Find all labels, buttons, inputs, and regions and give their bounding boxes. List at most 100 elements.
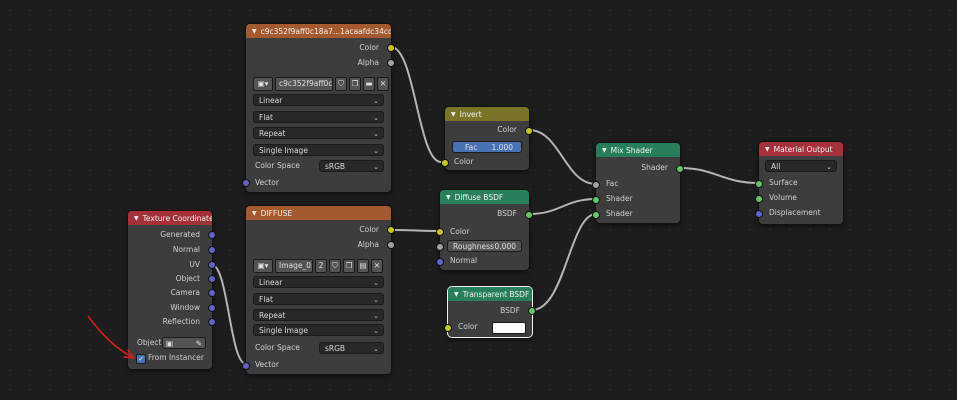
extension-dropdown[interactable]: Repeat ⌄ [253, 127, 384, 139]
output-uv-socket[interactable] [208, 261, 216, 269]
image-texture-node-2[interactable]: ▼DIFFUSE Color Alpha ▣▾ Image_0... 2 ⛉ ❐… [242, 206, 395, 374]
color-space-dropdown[interactable]: sRGB ⌄ [319, 342, 384, 354]
extension-dropdown[interactable]: Repeat ⌄ [253, 309, 384, 321]
image-icon: ▣ [257, 79, 265, 88]
source-dropdown[interactable]: Single Image ⌄ [253, 144, 384, 156]
node-header[interactable]: ▼ Diffuse BSDF [440, 190, 529, 204]
input-color-label: Color [458, 322, 478, 331]
output-bsdf-socket[interactable] [528, 307, 536, 315]
input-shader-1-socket[interactable] [592, 196, 600, 204]
chevron-down-icon: ⌄ [373, 114, 379, 122]
node-header[interactable]: ▼ Invert [445, 107, 529, 121]
source-dropdown[interactable]: Single Image ⌄ [253, 324, 384, 336]
color-space-label: Color Space [255, 161, 300, 170]
output-color-socket[interactable] [525, 127, 533, 135]
input-color-socket[interactable] [441, 159, 449, 167]
target-dropdown[interactable]: All ⌄ [765, 160, 837, 172]
collapse-triangle-icon[interactable]: ▼ [446, 194, 451, 201]
mix-shader-node[interactable]: ▼ Mix Shader Shader Fac Shader Shader [592, 143, 684, 223]
link-invert-mixfac [528, 129, 597, 185]
output-shader-socket[interactable] [676, 165, 684, 173]
shield-icon[interactable]: ⛉ [329, 259, 341, 273]
collapse-triangle-icon[interactable]: ▼ [454, 291, 459, 298]
node-header[interactable]: ▼ Material Output [759, 142, 843, 156]
texture-coordinate-node[interactable]: ▼ Texture Coordinate Generated Normal UV … [128, 211, 216, 369]
interpolation-dropdown[interactable]: Linear ⌄ [253, 276, 384, 288]
output-generated-socket[interactable] [208, 231, 216, 239]
duplicate-icon[interactable]: ❐ [343, 259, 355, 273]
material-output-node[interactable]: ▼ Material Output All ⌄ Surface Volume Dis… [755, 142, 843, 224]
output-window-label: Window [170, 303, 200, 312]
projection-dropdown[interactable]: Flat ⌄ [253, 293, 384, 305]
input-surface-socket[interactable] [755, 180, 763, 188]
close-icon[interactable]: ✕ [377, 77, 389, 91]
collapse-triangle-icon[interactable]: ▼ [134, 215, 139, 222]
node-header[interactable]: ▼ Texture Coordinate [128, 211, 212, 225]
input-vector-socket[interactable] [242, 362, 250, 370]
output-normal-socket[interactable] [208, 246, 216, 254]
pack-icon[interactable]: ▤ [357, 259, 369, 273]
close-icon[interactable]: ✕ [371, 259, 383, 273]
image-texture-node-1[interactable]: ▼c9c352f9aff0c18a7...1acaafdc34cd8.png C… [242, 24, 395, 192]
output-color-label: Color [497, 125, 517, 134]
image-name-field[interactable]: c9c352f9aff0c... [275, 77, 333, 91]
dropdown-value: sRGB [325, 344, 346, 353]
output-alpha-socket[interactable] [387, 59, 395, 67]
color-space-dropdown[interactable]: sRGB ⌄ [319, 160, 384, 172]
input-surface-label: Surface [769, 178, 798, 187]
input-fac-socket[interactable] [592, 181, 600, 189]
input-shader-2-label: Shader [606, 209, 633, 218]
collapse-triangle-icon[interactable]: ▼ [252, 28, 257, 35]
image-browse-button[interactable]: ▣▾ [253, 259, 273, 273]
users-count[interactable]: 2 [315, 259, 327, 273]
output-bsdf-socket[interactable] [525, 211, 533, 219]
chevron-down-icon: ⌄ [373, 327, 379, 335]
input-shader-2-socket[interactable] [592, 211, 600, 219]
shield-icon[interactable]: ⛉ [335, 77, 347, 91]
output-color-socket[interactable] [387, 44, 395, 52]
output-shader-label: Shader [641, 163, 668, 172]
collapse-triangle-icon[interactable]: ▼ [602, 147, 607, 154]
input-roughness-socket[interactable] [436, 243, 444, 251]
collapse-triangle-icon[interactable]: ▼ [451, 111, 456, 118]
input-volume-socket[interactable] [755, 195, 763, 203]
output-window-socket[interactable] [208, 304, 216, 312]
transparent-bsdf-node[interactable]: ▼ Transparent BSDF BSDF Color [444, 287, 536, 337]
roughness-slider[interactable]: Roughness 0.000 [447, 240, 522, 252]
node-header[interactable]: ▼ Mix Shader [596, 143, 680, 157]
image-browse-button[interactable]: ▣▾ [253, 77, 273, 91]
output-object-socket[interactable] [208, 275, 216, 283]
duplicate-icon[interactable]: ❐ [349, 77, 361, 91]
input-color-socket[interactable] [444, 324, 452, 332]
folder-icon[interactable]: ▬ [363, 77, 375, 91]
input-color-socket[interactable] [436, 228, 444, 236]
collapse-triangle-icon[interactable]: ▼ [765, 146, 770, 153]
input-vector-label: Vector [255, 178, 279, 187]
output-bsdf-label: BSDF [497, 209, 517, 218]
output-alpha-socket[interactable] [387, 241, 395, 249]
node-header[interactable]: ▼ DIFFUSE [246, 206, 391, 220]
output-uv-label: UV [189, 260, 200, 269]
input-normal-label: Normal [450, 256, 478, 265]
object-field[interactable]: ▣ ✎ [162, 337, 206, 349]
interpolation-dropdown[interactable]: Linear ⌄ [253, 94, 384, 106]
input-normal-socket[interactable] [436, 258, 444, 266]
from-instancer-checkbox[interactable]: ✓ [136, 354, 146, 364]
output-reflection-socket[interactable] [208, 318, 216, 326]
diffuse-bsdf-node[interactable]: ▼ Diffuse BSDF BSDF Color Roughness 0.000… [436, 190, 533, 270]
image-name-field[interactable]: Image_0... [275, 259, 313, 273]
node-header[interactable]: ▼c9c352f9aff0c18a7...1acaafdc34cd8.png [246, 24, 391, 38]
fac-slider[interactable]: Fac 1.000 [452, 141, 522, 153]
node-header[interactable]: ▼ Transparent BSDF [448, 287, 532, 301]
input-vector-socket[interactable] [242, 179, 250, 187]
node-title: Transparent BSDF [462, 289, 530, 299]
output-color-socket[interactable] [387, 226, 395, 234]
eyedropper-icon[interactable]: ✎ [196, 338, 202, 349]
color-swatch[interactable] [492, 322, 526, 334]
input-displacement-socket[interactable] [755, 210, 763, 218]
collapse-triangle-icon[interactable]: ▼ [252, 210, 257, 217]
projection-dropdown[interactable]: Flat ⌄ [253, 111, 384, 123]
output-camera-socket[interactable] [208, 289, 216, 297]
invert-node[interactable]: ▼ Invert Color Fac 1.000 Color [441, 107, 533, 170]
output-camera-label: Camera [170, 288, 200, 297]
